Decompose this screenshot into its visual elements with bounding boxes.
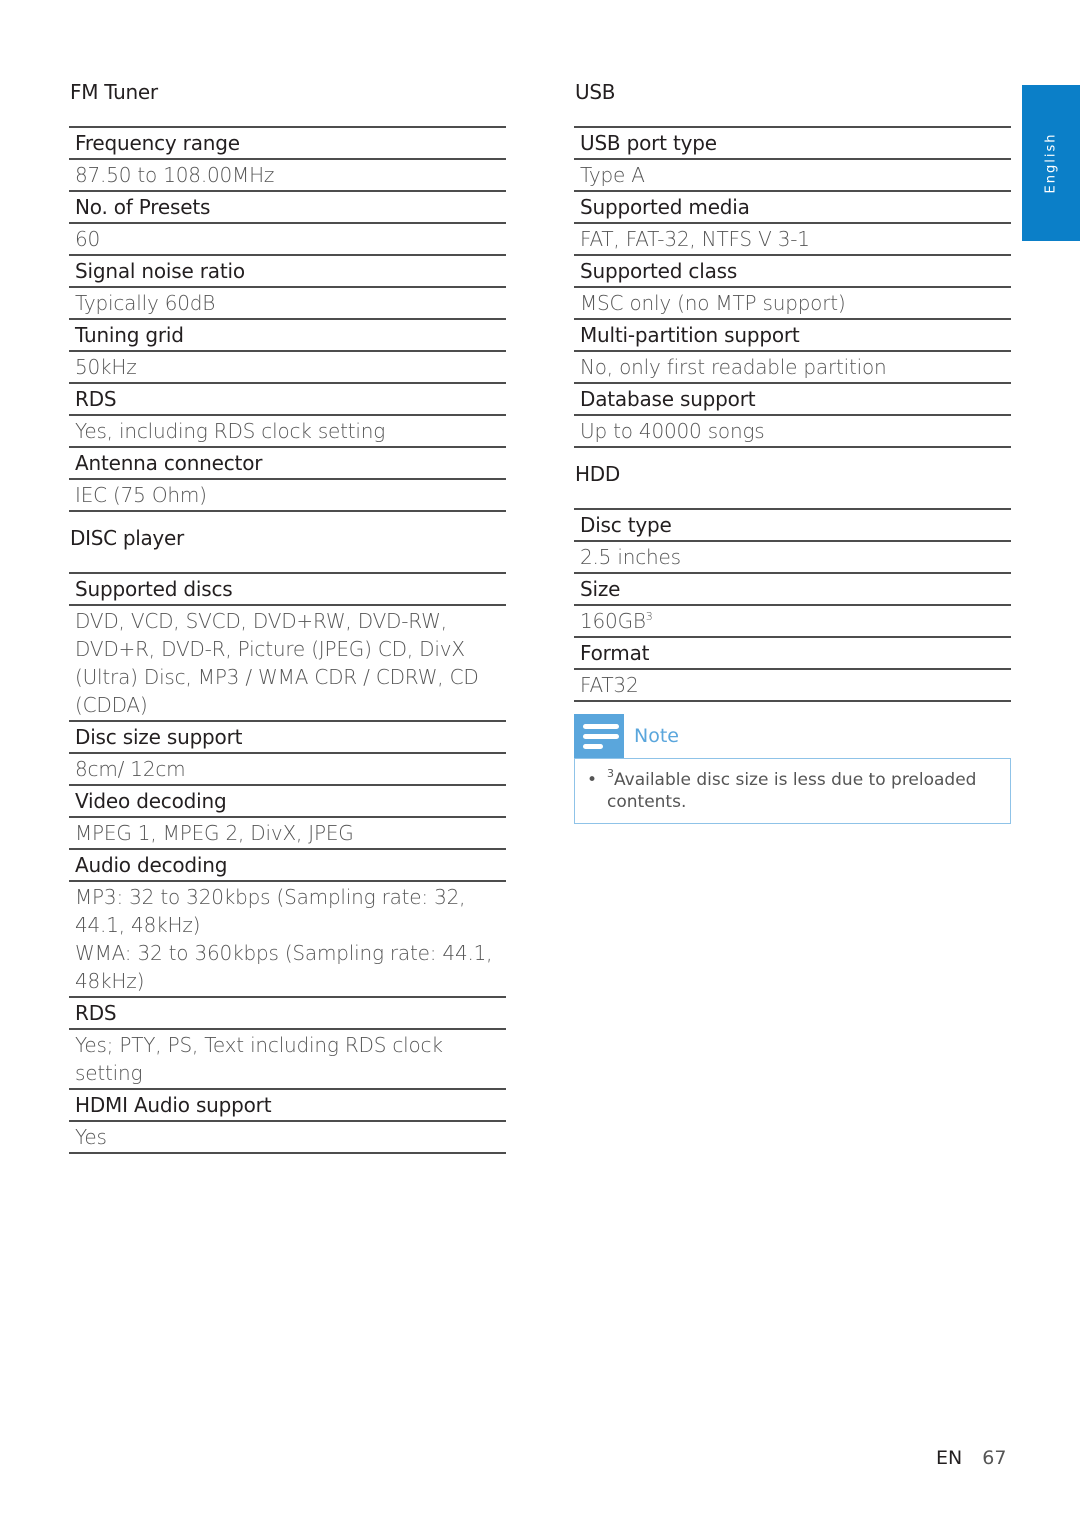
spec-value: IEC (75 Ohm) [69,480,506,512]
note-box: Note • 3Available disc size is less due … [574,714,1011,824]
language-side-tab: English [1022,85,1080,241]
spec-value: MPEG 1, MPEG 2, DivX, JPEG [69,818,506,850]
spec-value-line: WMA: 32 to 360kbps (Sampling rate: 44.1,… [75,941,493,993]
spec-value: 87.50 to 108.00MHz [69,160,506,192]
right-column: USB USB port type Type A Supported media FAT… [574,78,1011,824]
spec-table: USB port type Type A Supported media FAT, F… [574,126,1011,448]
section-title: FM Tuner [70,80,158,104]
spec-table: Frequency range 87.50 to 108.00MHz No. of … [69,126,506,512]
spec-label: Supported media [574,192,1011,224]
spec-value-line: Yes [75,1125,107,1149]
note-label: Note [634,725,679,747]
spec-label: Database support [574,384,1011,416]
spec-value: MSC only (no MTP support) [574,288,1011,320]
spec-label: Antenna connector [69,448,506,480]
spec-label: Multi-partition support [574,320,1011,352]
spec-value: Typically 60dB [69,288,506,320]
spec-value-line: Type A [580,163,645,187]
spec-label: HDMI Audio support [69,1090,506,1122]
spec-value-line: 160GB3 [580,609,653,633]
note-text: 3Available disc size is less due to prel… [607,767,977,812]
spec-label: Disc type [574,510,1011,542]
spec-value-line: 50kHz [75,355,137,379]
section-title: HDD [575,462,620,486]
spec-value-line: 87.50 to 108.00MHz [75,163,275,187]
spec-value: No, only first readable partition [574,352,1011,384]
spec-table: Supported discs DVD, VCD, SVCD, DVD+RW, D… [69,572,506,1154]
spec-value-line: MPEG 1, MPEG 2, DivX, JPEG [75,821,354,845]
note-icon [574,714,624,758]
spec-value: Type A [574,160,1011,192]
spec-label: Supported discs [69,574,506,606]
spec-label: RDS [69,998,506,1030]
spec-value: 8cm/ 12cm [69,754,506,786]
spec-value-line: FAT32 [580,673,639,697]
spec-table: Disc type 2.5 inches Size 160GB3 Format FAT32 [574,508,1011,702]
spec-value: FAT, FAT-32, NTFS V 3-1 [574,224,1011,256]
spec-label: Disc size support [69,722,506,754]
spec-value-line: No, only first readable partition [580,355,887,379]
spec-value: 60 [69,224,506,256]
left-column: FM Tuner Frequency range 87.50 to 108.00MH… [69,78,506,1166]
spec-value: Yes [69,1122,506,1154]
footer-language: EN [936,1447,963,1469]
spec-value: DVD, VCD, SVCD, DVD+RW, DVD-RW, DVD+R, D… [69,606,506,722]
spec-label: Size [574,574,1011,606]
spec-value-line: Up to 40000 songs [580,419,765,443]
section-title: DISC player [70,526,184,550]
spec-value: 2.5 inches [574,542,1011,574]
spec-value: 50kHz [69,352,506,384]
spec-label: Frequency range [69,128,506,160]
spec-value-line: DVD, VCD, SVCD, DVD+RW, DVD-RW, DVD+R, D… [75,609,479,717]
spec-value: Yes, including RDS clock setting [69,416,506,448]
spec-value-line: Yes; PTY, PS, Text including RDS clock s… [75,1033,443,1085]
spec-value: FAT32 [574,670,1011,702]
spec-value: Up to 40000 songs [574,416,1011,448]
spec-label: Tuning grid [69,320,506,352]
spec-value-line: FAT, FAT-32, NTFS V 3-1 [580,227,810,251]
spec-label: USB port type [574,128,1011,160]
spec-value: Yes; PTY, PS, Text including RDS clock s… [69,1030,506,1090]
spec-label: No. of Presets [69,192,506,224]
spec-value-line: 2.5 inches [580,545,681,569]
spec-label: Format [574,638,1011,670]
spec-label: Video decoding [69,786,506,818]
spec-value-line: MSC only (no MTP support) [580,291,846,315]
note-body: • 3Available disc size is less due to pr… [574,758,1011,824]
spec-value-line: Typically 60dB [75,291,216,315]
spec-value-line: 60 [75,227,101,251]
spec-value-line: Yes, including RDS clock setting [75,419,386,443]
spec-label: RDS [69,384,506,416]
spec-value-line: 8cm/ 12cm [75,757,186,781]
spec-value-line: MP3: 32 to 320kbps (Sampling rate: 32, 4… [75,885,466,937]
spec-label: Signal noise ratio [69,256,506,288]
section-title: USB [575,80,616,104]
spec-label: Audio decoding [69,850,506,882]
spec-value: 160GB3 [574,606,1011,638]
bullet-icon: • [587,770,598,790]
language-label: English [1043,132,1059,194]
spec-label: Supported class [574,256,1011,288]
page-footer: EN 67 [936,1447,1006,1469]
spec-value-line: IEC (75 Ohm) [75,483,207,507]
page-number: 67 [982,1447,1007,1469]
spec-value: MP3: 32 to 320kbps (Sampling rate: 32, 4… [69,882,506,998]
